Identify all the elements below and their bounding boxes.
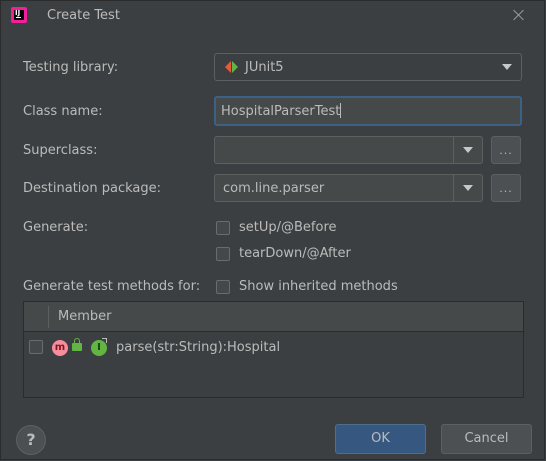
- superclass-combo[interactable]: [214, 136, 483, 164]
- table-header: Member: [24, 302, 523, 332]
- methods-label: Generate test methods for:: [23, 279, 201, 294]
- member-checkbox[interactable]: [29, 340, 43, 354]
- text-caret: [340, 103, 342, 118]
- ok-button[interactable]: OK: [335, 424, 426, 454]
- interface-implement-icon: I: [91, 338, 107, 356]
- header-divider: [48, 306, 49, 328]
- testing-library-label: Testing library:: [23, 60, 119, 75]
- intellij-app-icon: IJ: [11, 7, 27, 23]
- show-inherited-label[interactable]: Show inherited methods: [239, 279, 398, 294]
- table-row[interactable]: m I parse(str:String):Hospital: [24, 335, 523, 361]
- setup-checkbox[interactable]: [216, 221, 230, 235]
- testing-library-select[interactable]: JUnit5: [214, 53, 522, 81]
- chevron-down-icon[interactable]: [493, 54, 521, 80]
- destination-package-browse-button[interactable]: ...: [491, 174, 521, 202]
- junit-icon: [225, 61, 239, 73]
- class-name-label: Class name:: [23, 104, 103, 119]
- lock-icon: [72, 338, 82, 351]
- destination-package-label: Destination package:: [23, 181, 161, 196]
- teardown-label[interactable]: tearDown/@After: [239, 246, 351, 261]
- show-inherited-checkbox[interactable]: [216, 280, 230, 294]
- generate-label: Generate:: [23, 220, 89, 235]
- teardown-checkbox[interactable]: [216, 247, 230, 261]
- superclass-label: Superclass:: [23, 143, 98, 158]
- close-icon[interactable]: [509, 6, 529, 26]
- superclass-browse-button[interactable]: ...: [491, 136, 521, 164]
- title-bar: IJ Create Test: [1, 1, 544, 31]
- cancel-button[interactable]: Cancel: [441, 424, 532, 454]
- members-table[interactable]: Member m I parse(str:String):Hospital: [23, 301, 524, 398]
- member-label: parse(str:String):Hospital: [116, 340, 281, 355]
- method-icon: m: [52, 340, 68, 356]
- help-button[interactable]: ?: [16, 425, 46, 455]
- chevron-down-icon[interactable]: [454, 175, 482, 201]
- setup-label[interactable]: setUp/@Before: [239, 220, 337, 235]
- destination-package-value: com.line.parser: [223, 181, 325, 196]
- dialog-title: Create Test: [47, 8, 120, 23]
- testing-library-value: JUnit5: [245, 60, 284, 75]
- destination-package-combo[interactable]: com.line.parser: [214, 174, 483, 202]
- class-name-value: HospitalParserTest: [221, 104, 341, 119]
- class-name-input[interactable]: HospitalParserTest: [214, 96, 522, 126]
- member-column-header[interactable]: Member: [58, 309, 111, 324]
- create-test-dialog: IJ Create Test Testing library: JUnit5 C…: [0, 0, 545, 460]
- chevron-down-icon[interactable]: [454, 137, 482, 163]
